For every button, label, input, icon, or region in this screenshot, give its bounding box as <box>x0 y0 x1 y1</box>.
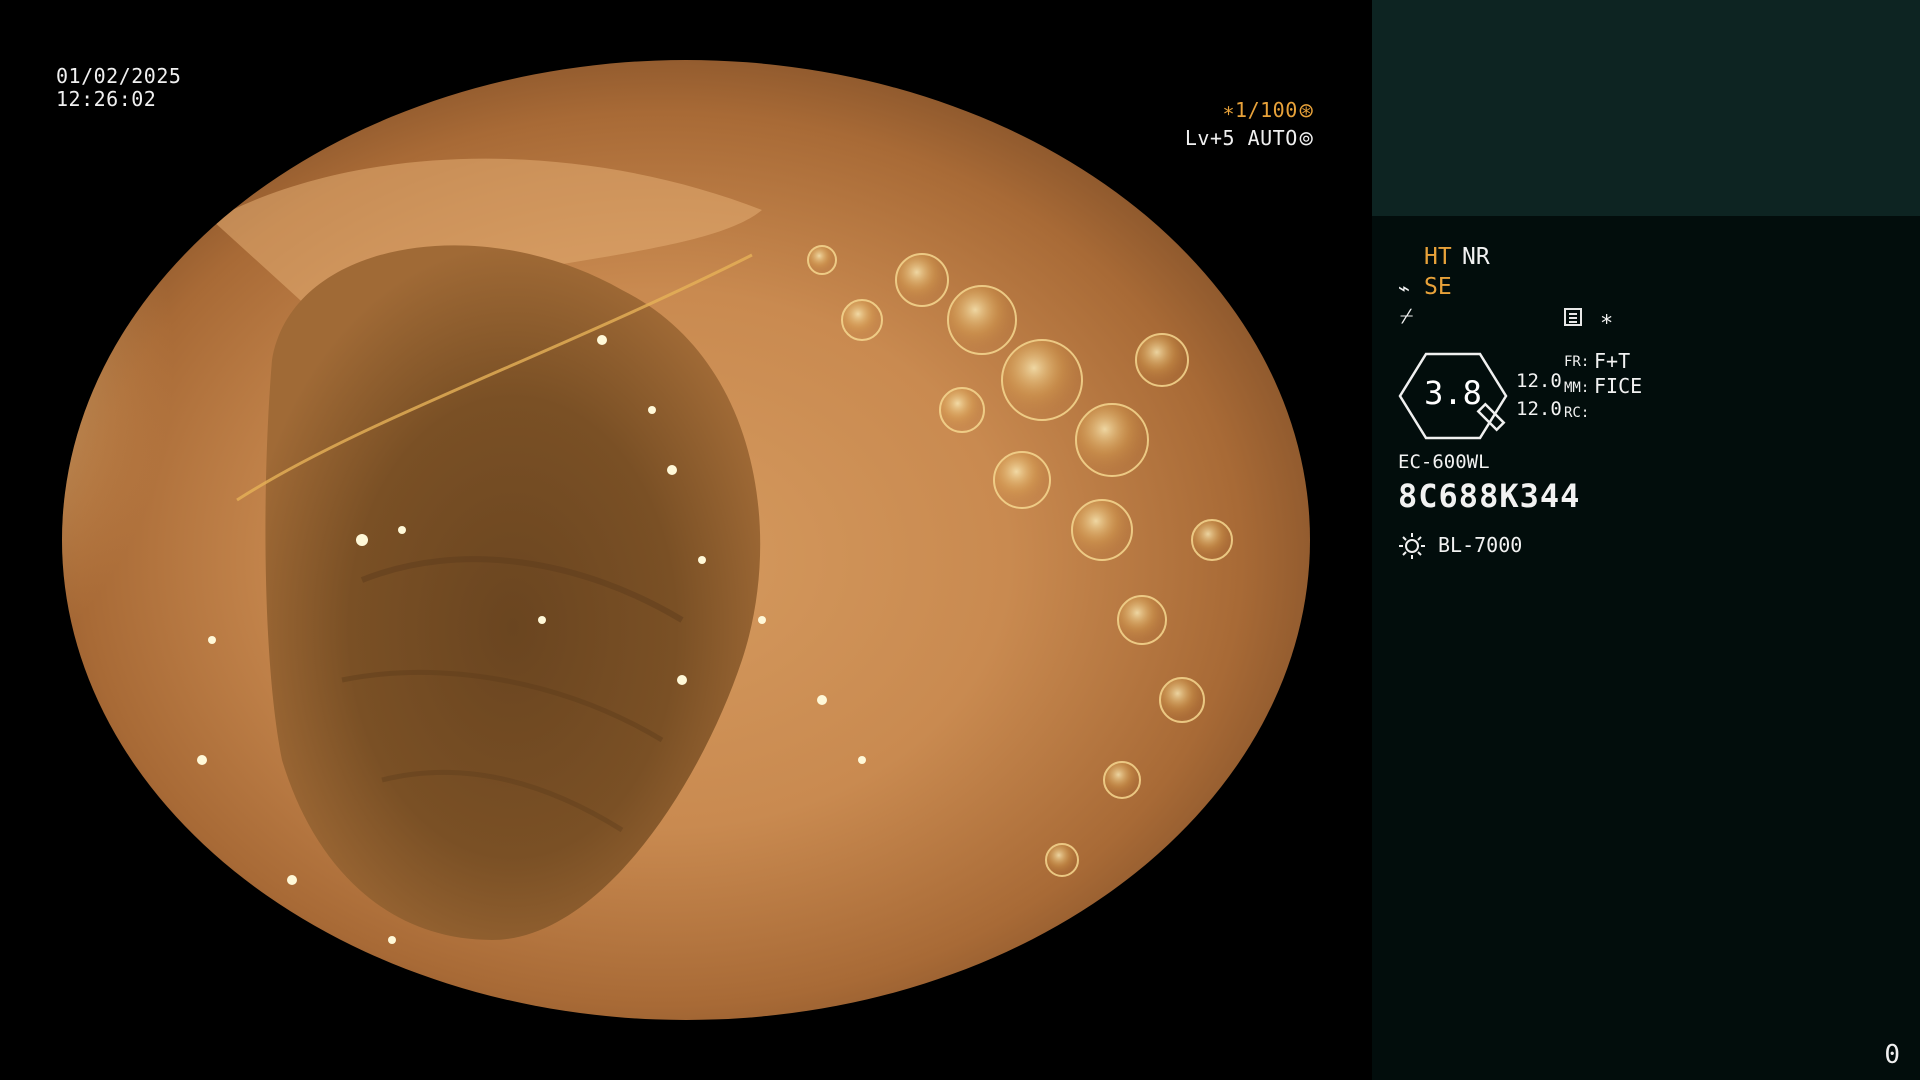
wave-icon: ⌁ <box>1398 276 1411 300</box>
nr-label: NR <box>1462 244 1490 270</box>
mm-label: MM: <box>1564 380 1590 396</box>
time-text: 12:26:02 <box>56 87 157 111</box>
sun-icon <box>1399 533 1425 559</box>
level-readout: Lv+5 AUTO⊚ <box>1185 127 1315 150</box>
datetime: 01/02/2025 12:26:02 <box>56 65 181 111</box>
fr-value: F+T <box>1594 349 1631 373</box>
image-mask-bottom <box>0 1020 1372 1080</box>
image-mask-top <box>0 0 1372 60</box>
ht-label: HT <box>1424 244 1452 270</box>
info-panel-header <box>1372 0 1920 216</box>
date-text: 01/02/2025 <box>56 64 182 88</box>
filter-icon: ⌿ <box>1400 304 1414 329</box>
mm-value: FICE <box>1594 374 1643 398</box>
se-label: SE <box>1424 274 1452 300</box>
shutter-readout: ∗1/100⊛ <box>1222 99 1315 122</box>
scope-model: EC-600WL <box>1398 451 1490 473</box>
list-icon <box>1564 308 1582 326</box>
shutter-text: ∗1/100 <box>1222 98 1298 122</box>
value-2: 12.0 <box>1516 398 1562 420</box>
dial-value: 3.8 <box>1424 374 1482 412</box>
info-panel: HT NR ⌁ SE ⌿ ∗ 3.8 12.0 12.0 FR: F+T MM:… <box>1372 0 1920 1080</box>
rc-label: RC: <box>1564 405 1590 421</box>
value-1: 12.0 <box>1516 370 1562 392</box>
light-source: BL-7000 <box>1438 533 1523 557</box>
star-indicator: ∗ <box>1600 307 1614 332</box>
aperture-icon: ⊛ <box>1297 98 1315 122</box>
frame-counter: 0 <box>1884 1040 1900 1070</box>
endoscope-scene <box>62 120 1233 944</box>
iris-icon: ⊚ <box>1297 126 1315 150</box>
level-text: Lv+5 AUTO <box>1184 126 1298 150</box>
endoscope-image <box>62 60 1310 1020</box>
fr-label: FR: <box>1564 354 1590 370</box>
scope-serial: 8C688K344 <box>1398 477 1581 515</box>
